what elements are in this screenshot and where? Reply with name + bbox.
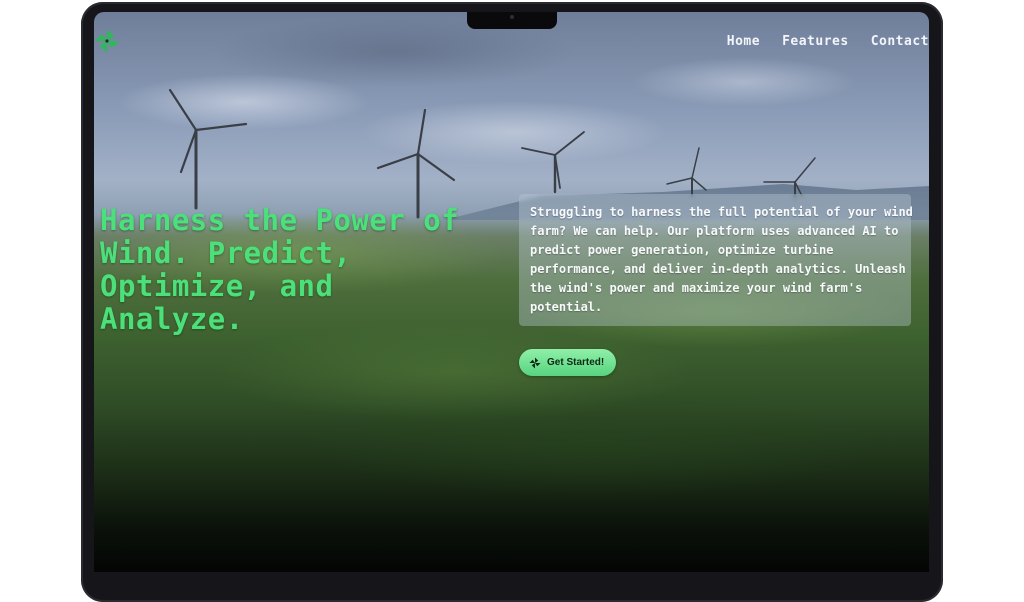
- hero-headline: Harness the Power of Wind. Predict, Opti…: [100, 203, 460, 336]
- camera-icon: [510, 15, 514, 19]
- pinwheel-icon[interactable]: [94, 28, 120, 54]
- nav-item-home[interactable]: Home: [727, 34, 760, 49]
- turbine-3: [521, 131, 585, 194]
- get-started-label: Get Started!: [547, 357, 605, 368]
- top-nav: Home Features Contact: [727, 34, 929, 49]
- turbine-2: [376, 108, 456, 219]
- nav-item-contact[interactable]: Contact: [871, 34, 929, 49]
- turbine-5: [763, 157, 816, 199]
- turbine-4: [666, 147, 707, 197]
- turbine-1: [168, 88, 248, 210]
- hero-description: Struggling to harness the full potential…: [530, 205, 913, 314]
- nav-item-features[interactable]: Features: [782, 34, 849, 49]
- get-started-button[interactable]: Get Started!: [519, 349, 617, 376]
- hero-section: Home Features Contact Harness the Power …: [94, 12, 929, 572]
- pinwheel-icon: [529, 356, 541, 369]
